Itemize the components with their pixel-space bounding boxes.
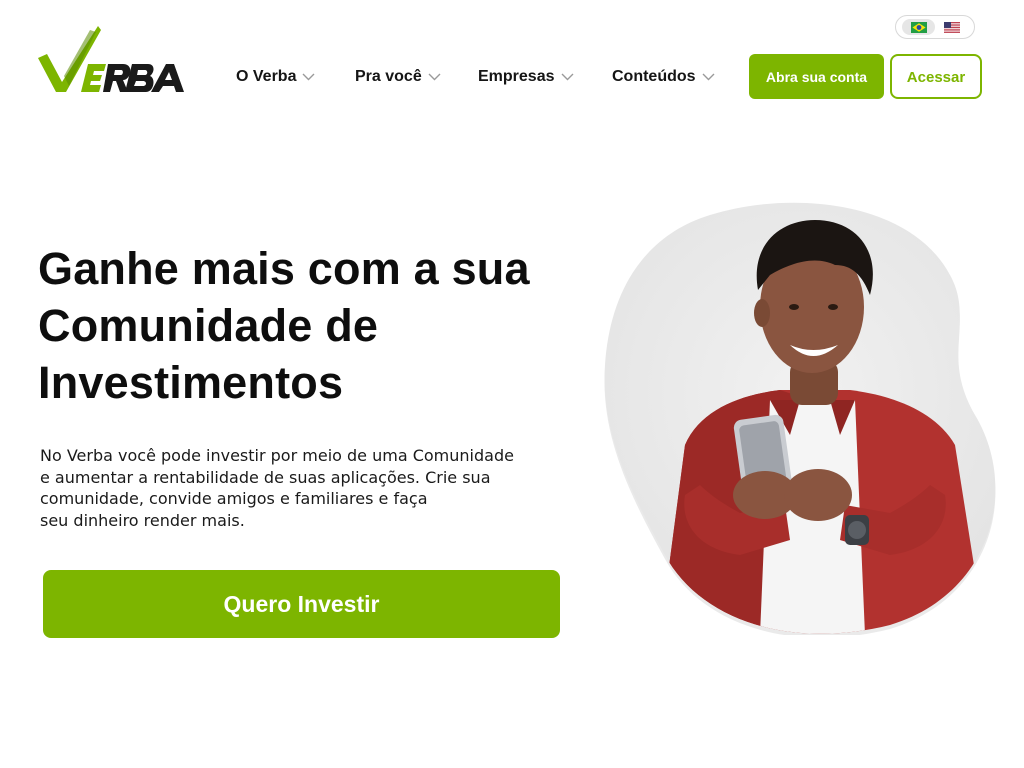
nav-item-label: Empresas [478,68,555,85]
chevron-down-icon [428,73,441,81]
hero-description-line: e aumentar a rentabilidade de suas aplic… [40,467,491,487]
nav-item-label: Pra você [355,68,422,85]
hero-title-line: Investimentos [38,357,344,408]
nav-item-label: O Verba [236,68,297,85]
hero-description-line: comunidade, convide amigos e familiares … [40,489,428,508]
hero-title: Ganhe mais com a sua Comunidade de Inves… [38,240,598,411]
nav-item-empresas[interactable]: Empresas [478,66,574,88]
chevron-down-icon [302,73,315,81]
usa-flag-icon [943,21,960,33]
hero-image [590,195,1010,635]
hero-description-line: seu dinheiro render mais. [40,510,245,530]
hero-title-line: Ganhe mais com a sua [38,243,530,294]
language-option-portuguese[interactable] [902,19,935,35]
open-account-button[interactable]: Abra sua conta [749,54,884,99]
hero-description: No Verba você pode investir por meio de … [40,445,585,531]
chevron-down-icon [702,73,715,81]
nav-item-conteudos[interactable]: Conteúdos [612,66,715,88]
hero-title-line: Comunidade de [38,300,379,351]
verba-logo[interactable] [38,26,190,94]
nav-item-label: Conteúdos [612,68,696,85]
nav-item-o-verba[interactable]: O Verba [236,66,315,88]
language-switcher [895,15,975,39]
login-button[interactable]: Acessar [890,54,982,99]
chevron-down-icon [561,73,573,81]
smiling-man-with-phone-illustration [604,202,996,635]
nav-item-pra-voce[interactable]: Pra você [355,66,441,88]
verba-logo-mark [38,26,184,92]
brazil-flag-icon [910,21,927,33]
invest-cta-button[interactable]: Quero Investir [43,570,560,638]
language-option-english[interactable] [935,19,968,35]
hero-description-line: No Verba você pode investir por meio de … [40,446,514,465]
